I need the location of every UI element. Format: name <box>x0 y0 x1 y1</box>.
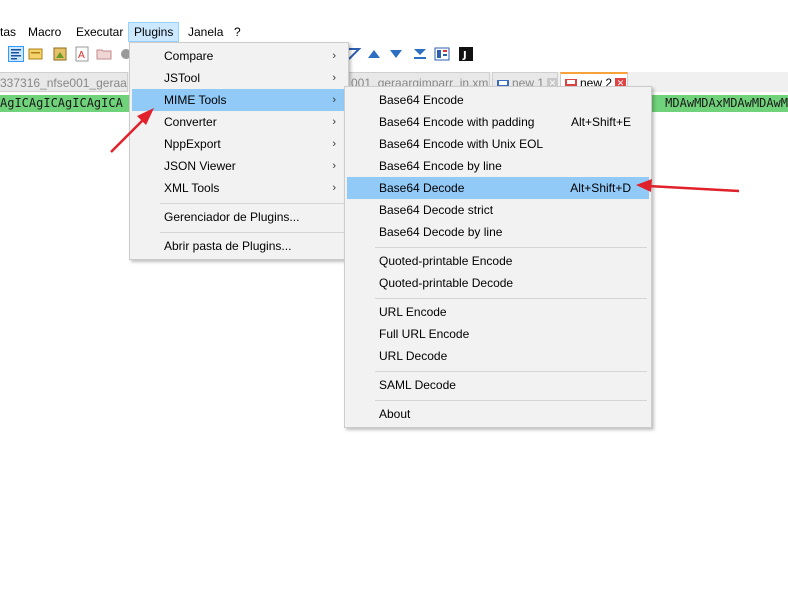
menu-bar: tas Macro Executar Plugins Janela ? <box>0 22 788 42</box>
menu-item-base64-decode[interactable]: Base64 Decode Alt+Shift+D <box>347 177 649 199</box>
word-wrap-icon[interactable] <box>8 46 24 62</box>
menu-item-jstool[interactable]: JSTool › <box>132 67 346 89</box>
menu-item-base64-decode-strict[interactable]: Base64 Decode strict <box>347 199 649 221</box>
menu-item-xml-tools[interactable]: XML Tools › <box>132 177 346 199</box>
menu-item-json-viewer[interactable]: JSON Viewer › <box>132 155 346 177</box>
up-arrow-icon[interactable] <box>366 46 382 62</box>
menu-macro[interactable]: Macro <box>22 22 67 42</box>
menu-separator <box>375 298 647 299</box>
menu-item-plugin-manager[interactable]: Gerenciador de Plugins... <box>132 206 346 228</box>
sort-icon[interactable] <box>412 46 428 62</box>
menu-separator <box>375 247 647 248</box>
menu-item-base64-encode-by-line[interactable]: Base64 Encode by line <box>347 155 649 177</box>
editor-line-text-left: AgICAgICAgICAgICA <box>0 96 123 110</box>
menu-item-url-encode[interactable]: URL Encode <box>347 301 649 323</box>
svg-text:A: A <box>78 50 85 61</box>
jstool-icon[interactable]: J <box>458 46 474 62</box>
menu-item-saml-decode[interactable]: SAML Decode <box>347 374 649 396</box>
down-arrow-icon[interactable] <box>388 46 404 62</box>
editor-line-text-right: MDAwMDAxMDAwMDAwM <box>665 96 788 110</box>
menu-item-nppexport[interactable]: NppExport › <box>132 133 346 155</box>
chevron-right-icon: › <box>332 182 336 194</box>
menu-separator <box>160 203 344 204</box>
chevron-right-icon: › <box>332 94 336 106</box>
menu-item-qp-encode[interactable]: Quoted-printable Encode <box>347 250 649 272</box>
chevron-right-icon: › <box>332 138 336 150</box>
image-icon[interactable] <box>52 46 68 62</box>
tab-nfse-file[interactable]: 337316_nfse001_geraarqim <box>0 72 128 92</box>
menu-help[interactable]: ? <box>228 22 247 42</box>
menu-executar[interactable]: Executar <box>70 22 129 42</box>
menu-item-base64-encode-unix-eol[interactable]: Base64 Encode with Unix EOL <box>347 133 649 155</box>
tab-label: 337316_nfse001_geraarqim <box>0 76 127 90</box>
toolbar: A J <box>0 43 788 65</box>
menu-item-open-plugins-folder[interactable]: Abrir pasta de Plugins... <box>132 235 346 257</box>
menu-janela[interactable]: Janela <box>182 22 229 42</box>
menu-plugins[interactable]: Plugins <box>128 22 180 42</box>
menu-item-url-decode[interactable]: URL Decode <box>347 345 649 367</box>
menu-separator <box>375 400 647 401</box>
menu-item-qp-decode[interactable]: Quoted-printable Decode <box>347 272 649 294</box>
menu-item-base64-encode-padding[interactable]: Base64 Encode with padding Alt+Shift+E <box>347 111 649 133</box>
menu-separator <box>375 371 647 372</box>
menu-item-base64-decode-by-line[interactable]: Base64 Decode by line <box>347 221 649 243</box>
indent-guide-icon[interactable] <box>28 46 44 62</box>
menu-separator <box>160 232 344 233</box>
menu-ferramentas[interactable]: tas <box>0 22 22 42</box>
plugins-menu: Compare › JSTool › MIME Tools › Converter › … <box>129 42 349 260</box>
chevron-right-icon: › <box>332 116 336 128</box>
menu-item-full-url-encode[interactable]: Full URL Encode <box>347 323 649 345</box>
svg-text:J: J <box>462 50 467 61</box>
panel-icon[interactable] <box>434 46 450 62</box>
menu-item-converter[interactable]: Converter › <box>132 111 346 133</box>
menu-item-base64-encode[interactable]: Base64 Encode <box>347 89 649 111</box>
chevron-right-icon: › <box>332 160 336 172</box>
folder-icon[interactable] <box>96 46 112 62</box>
menu-item-mime-tools[interactable]: MIME Tools › <box>132 89 346 111</box>
menu-item-about[interactable]: About <box>347 403 649 425</box>
mime-tools-submenu: Base64 Encode Base64 Encode with padding… <box>344 86 652 428</box>
menu-item-compare[interactable]: Compare › <box>132 45 346 67</box>
pdf-icon[interactable]: A <box>74 46 90 62</box>
chevron-right-icon: › <box>332 72 336 84</box>
chevron-right-icon: › <box>332 50 336 62</box>
